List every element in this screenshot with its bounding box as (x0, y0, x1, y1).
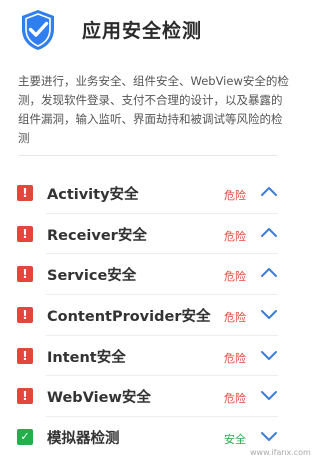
check-list: ! Activity安全 危险! Receiver安全 危险! Service安全 危险! C… (0, 172, 310, 457)
status-badge: 安全 (224, 433, 246, 447)
check-row[interactable]: ! Receiver安全 危险 (0, 212, 310, 254)
warning-icon: ! (17, 225, 33, 242)
shield-check-icon (22, 10, 54, 50)
warning-icon: ! (17, 307, 33, 324)
check-row[interactable]: ! ContentProvider安全 危险 (0, 294, 310, 335)
status-badge: 危险 (224, 189, 246, 202)
warning-icon: ! (17, 347, 33, 364)
chevron-down-icon[interactable] (260, 429, 278, 443)
warning-icon: ! (17, 185, 33, 201)
status-badge: 危险 (224, 351, 246, 365)
check-row[interactable]: ! Intent安全 危险 (0, 334, 310, 376)
watermark: www.ifanx.com (250, 448, 311, 457)
check-name: Activity安全 (47, 187, 139, 203)
chevron-up-icon[interactable] (260, 185, 278, 199)
check-name: Intent安全 (47, 349, 126, 366)
warning-icon: ! (17, 388, 33, 405)
check-name: WebView安全 (47, 390, 151, 407)
check-name: Service安全 (47, 268, 137, 285)
check-name: 模拟器检测 (47, 431, 120, 448)
chevron-up-icon[interactable] (260, 266, 278, 280)
divider (18, 155, 278, 156)
check-icon: ✓ (17, 429, 33, 446)
check-name: Receiver安全 (47, 227, 147, 244)
chevron-up-icon[interactable] (260, 226, 278, 240)
chevron-down-icon[interactable] (260, 307, 278, 321)
status-badge: 危险 (224, 311, 246, 325)
check-row[interactable]: ! Activity安全 危险 (0, 172, 310, 213)
chevron-down-icon[interactable] (260, 388, 278, 402)
description-text: 主要进行，业务安全、组件安全、WebView安全的检测，发现软件登录、支付不合理… (18, 74, 289, 145)
status-badge: 危险 (224, 392, 246, 406)
status-badge: 危险 (224, 270, 246, 284)
check-row[interactable]: ! Service安全 危险 (0, 253, 310, 294)
header: 应用安全检测 (0, 0, 310, 62)
chevron-down-icon[interactable] (260, 348, 278, 362)
check-name: ContentProvider安全 (47, 309, 211, 326)
page-title: 应用安全检测 (82, 20, 203, 42)
check-row[interactable]: ! WebView安全 危险 (0, 375, 310, 416)
warning-icon: ! (17, 266, 33, 283)
status-badge: 危险 (224, 229, 246, 243)
